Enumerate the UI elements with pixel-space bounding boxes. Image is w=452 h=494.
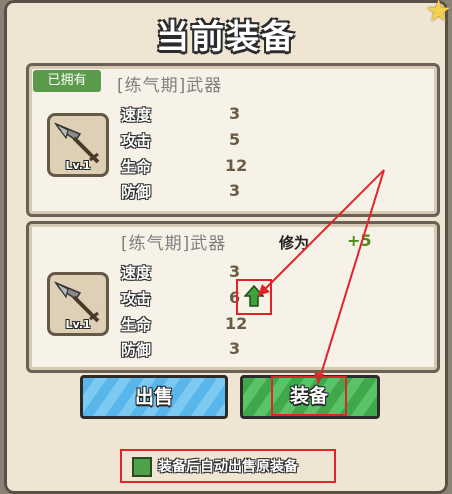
tutorial-arrows (257, 169, 385, 385)
arrow-to-equip-head (314, 372, 324, 384)
